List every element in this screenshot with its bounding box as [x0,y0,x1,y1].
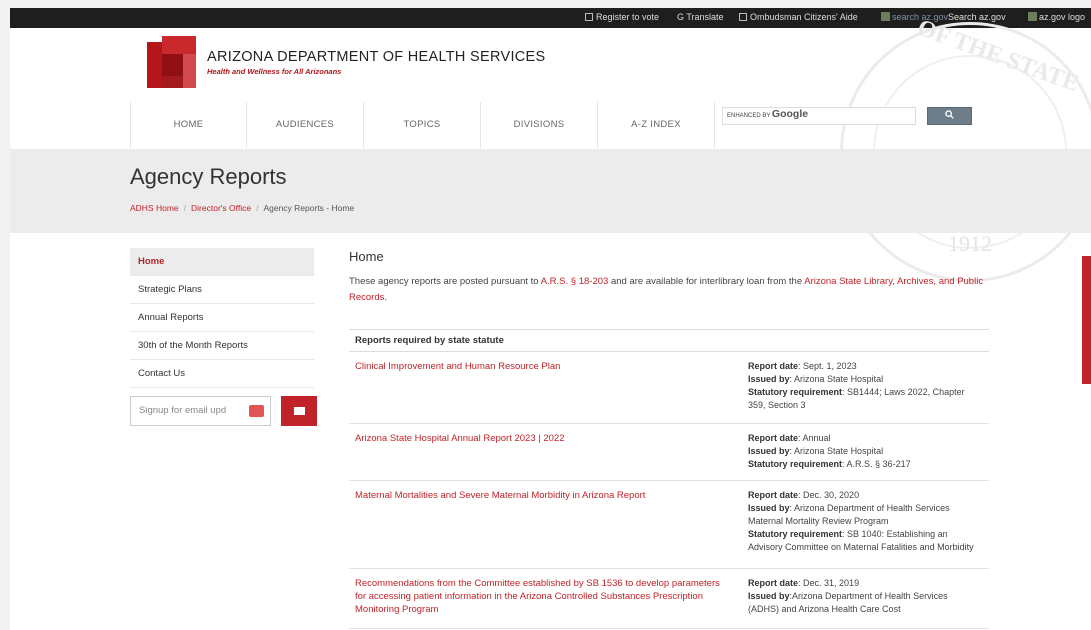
table-row: Clinical Improvement and Human Resource … [349,352,989,424]
ombudsman-link[interactable]: Ombudsman Citizens' Aide [739,12,858,22]
table-header: Reports required by state statute [349,329,989,352]
table-row: Maternal Mortalities and Severe Maternal… [349,481,989,569]
azgov-logo-link[interactable]: az.gov logo [1028,12,1085,22]
nav-topics[interactable]: TOPICS [364,102,481,148]
sidebar-item-contact-us[interactable]: Contact Us [130,360,314,388]
breadcrumb-directors-office[interactable]: Director's Office [191,203,251,213]
email-signup-input[interactable]: Signup for email upd [130,396,271,426]
intro-paragraph: These agency reports are posted pursuant… [349,276,984,303]
sidebar-item-annual-reports[interactable]: Annual Reports [130,304,314,332]
reports-table: Reports required by state statute Clinic… [349,329,989,629]
report-title-link[interactable]: Recommendations from the Committee estab… [355,577,725,616]
report-meta: Report date: Dec. 31, 2019 Issued by:Ari… [748,578,948,614]
checkbox-icon [585,13,593,21]
report-title-link[interactable]: Maternal Mortalities and Severe Maternal… [355,489,725,502]
nav-divisions[interactable]: DIVISIONS [481,102,598,148]
email-signup: Signup for email upd [130,396,317,428]
main-content: Home These agency reports are posted pur… [349,249,989,629]
page-title: Agency Reports [130,164,287,189]
sidebar-item-strategic-plans[interactable]: Strategic Plans [130,276,314,304]
page: Register to vote G Translate Ombudsman C… [10,8,1091,630]
google-brand: Google [771,108,809,120]
translate-link[interactable]: G Translate [677,12,724,22]
org-name: ARIZONA DEPARTMENT OF HEALTH SERVICES [207,49,546,65]
email-signup-button[interactable] [281,396,317,426]
sidebar: Home Strategic Plans Annual Reports 30th… [130,248,317,428]
search-input[interactable]: ENHANCED BY Google [722,107,916,125]
password-manager-icon[interactable] [249,405,264,417]
org-tagline: Health and Wellness for All Arizonans [207,67,342,76]
search-azgov-link[interactable]: search az.govSearch az.gov [881,12,1006,22]
sidebar-item-30th-month-reports[interactable]: 30th of the Month Reports [130,332,314,360]
broken-image-icon [881,12,890,21]
report-meta: Report date: Sept. 1, 2023 Issued by: Ar… [748,361,965,410]
document-icon [739,13,747,21]
search-button[interactable] [927,107,972,125]
ars-18-203-link[interactable]: A.R.S. § 18-203 [541,276,609,287]
report-meta: Report date: Dec. 30, 2020 Issued by: Ar… [748,490,974,552]
breadcrumb-adhs-home[interactable]: ADHS Home [130,203,179,213]
page-banner: Agency Reports ADHS Home / Director's Offi… [10,149,1091,233]
google-g-icon: G [677,12,687,22]
feedback-tab[interactable] [1082,256,1091,384]
broken-image-icon [1028,12,1037,21]
site-search: ENHANCED BY Google [722,107,972,125]
nav-home[interactable]: HOME [130,102,247,148]
content-heading: Home [349,249,384,264]
adhs-logo-icon [141,36,196,88]
search-icon [945,110,954,119]
breadcrumb-current: Agency Reports - Home [263,203,355,213]
register-link[interactable]: Register to vote [585,12,659,22]
breadcrumb: ADHS Home / Director's Office / Agency Repor… [130,203,355,213]
report-title-link[interactable]: Arizona State Hospital Annual Report 202… [355,432,725,445]
sidebar-item-home[interactable]: Home [130,248,314,276]
nav-az-index[interactable]: A-Z INDEX [598,102,715,148]
nav-audiences[interactable]: AUDIENCES [247,102,364,148]
table-row: Recommendations from the Committee estab… [349,569,989,629]
envelope-icon [294,407,305,415]
report-meta: Report date: Annual Issued by: Arizona S… [748,433,911,469]
report-title-link[interactable]: Clinical Improvement and Human Resource … [355,360,725,373]
table-row: Arizona State Hospital Annual Report 202… [349,424,989,481]
